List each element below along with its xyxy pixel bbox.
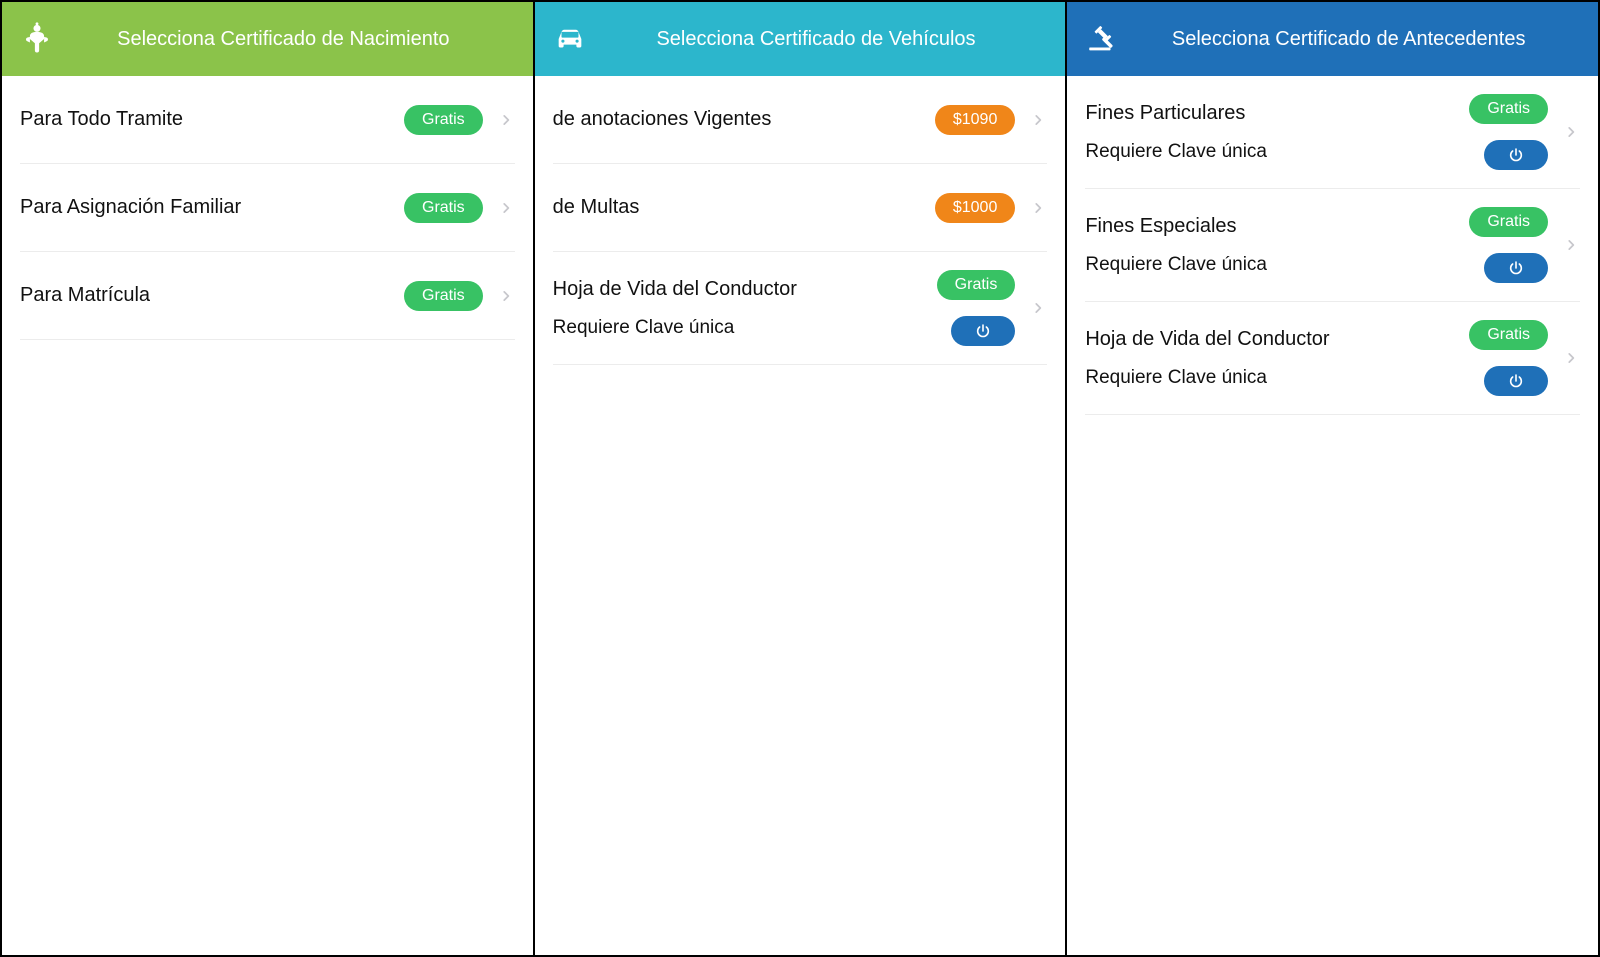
panel-antecedentes: Selecciona Certificado de Antecedentes F… bbox=[1067, 0, 1600, 957]
power-icon bbox=[1508, 147, 1524, 163]
panel-title: Selecciona Certificado de Nacimiento bbox=[72, 28, 515, 51]
car-icon bbox=[553, 22, 587, 56]
baby-icon bbox=[20, 22, 54, 56]
item-title: de anotaciones Vigentes bbox=[553, 108, 921, 131]
price-badge: Gratis bbox=[404, 193, 483, 223]
item-subtitle: Requiere Clave única bbox=[1085, 367, 1455, 389]
chevron-right-icon bbox=[1562, 348, 1580, 368]
list-item[interactable]: de anotaciones Vigentes $1090 bbox=[553, 76, 1048, 164]
panel-nacimiento: Selecciona Certificado de Nacimiento Par… bbox=[0, 0, 535, 957]
item-subtitle: Requiere Clave única bbox=[553, 317, 923, 339]
list: Para Todo Tramite Gratis Para Asignación… bbox=[2, 76, 533, 340]
chevron-right-icon bbox=[1029, 198, 1047, 218]
chevron-right-icon bbox=[1562, 235, 1580, 255]
clave-unica-badge bbox=[951, 316, 1015, 346]
price-badge: Gratis bbox=[1469, 320, 1548, 350]
price-badge: Gratis bbox=[404, 105, 483, 135]
item-subtitle: Requiere Clave única bbox=[1085, 141, 1455, 163]
chevron-right-icon bbox=[1562, 122, 1580, 142]
price-badge: Gratis bbox=[1469, 94, 1548, 124]
price-badge: Gratis bbox=[404, 281, 483, 311]
panel-header: Selecciona Certificado de Nacimiento bbox=[2, 2, 533, 76]
item-title: Fines Especiales bbox=[1085, 215, 1455, 238]
list-item[interactable]: Hoja de Vida del Conductor Requiere Clav… bbox=[553, 252, 1048, 365]
chevron-right-icon bbox=[497, 110, 515, 130]
list-item[interactable]: Para Asignación Familiar Gratis bbox=[20, 164, 515, 252]
panel-vehiculos: Selecciona Certificado de Vehículos de a… bbox=[535, 0, 1068, 957]
price-badge: Gratis bbox=[937, 270, 1016, 300]
price-badge: $1090 bbox=[935, 105, 1016, 135]
item-title: de Multas bbox=[553, 196, 921, 219]
item-subtitle: Requiere Clave única bbox=[1085, 254, 1455, 276]
clave-unica-badge bbox=[1484, 366, 1548, 396]
panel-header: Selecciona Certificado de Antecedentes bbox=[1067, 2, 1598, 76]
power-icon bbox=[1508, 260, 1524, 276]
price-badge: Gratis bbox=[1469, 207, 1548, 237]
chevron-right-icon bbox=[1029, 110, 1047, 130]
clave-unica-badge bbox=[1484, 140, 1548, 170]
list-item[interactable]: Fines Particulares Requiere Clave única … bbox=[1085, 76, 1580, 189]
panel-title: Selecciona Certificado de Vehículos bbox=[605, 28, 1048, 51]
gavel-icon bbox=[1085, 22, 1119, 56]
list: de anotaciones Vigentes $1090 de Multas … bbox=[535, 76, 1066, 365]
item-title: Hoja de Vida del Conductor bbox=[553, 278, 923, 301]
list: Fines Particulares Requiere Clave única … bbox=[1067, 76, 1598, 415]
chevron-right-icon bbox=[497, 286, 515, 306]
price-badge: $1000 bbox=[935, 193, 1016, 223]
list-item[interactable]: de Multas $1000 bbox=[553, 164, 1048, 252]
power-icon bbox=[1508, 373, 1524, 389]
list-item[interactable]: Para Todo Tramite Gratis bbox=[20, 76, 515, 164]
list-item[interactable]: Fines Especiales Requiere Clave única Gr… bbox=[1085, 189, 1580, 302]
item-title: Para Asignación Familiar bbox=[20, 196, 390, 219]
item-title: Para Matrícula bbox=[20, 284, 390, 307]
list-item[interactable]: Hoja de Vida del Conductor Requiere Clav… bbox=[1085, 302, 1580, 415]
chevron-right-icon bbox=[497, 198, 515, 218]
panel-title: Selecciona Certificado de Antecedentes bbox=[1137, 28, 1580, 51]
clave-unica-badge bbox=[1484, 253, 1548, 283]
item-title: Fines Particulares bbox=[1085, 102, 1455, 125]
item-title: Para Todo Tramite bbox=[20, 108, 390, 131]
item-title: Hoja de Vida del Conductor bbox=[1085, 328, 1455, 351]
power-icon bbox=[975, 323, 991, 339]
list-item[interactable]: Para Matrícula Gratis bbox=[20, 252, 515, 340]
panel-header: Selecciona Certificado de Vehículos bbox=[535, 2, 1066, 76]
chevron-right-icon bbox=[1029, 298, 1047, 318]
